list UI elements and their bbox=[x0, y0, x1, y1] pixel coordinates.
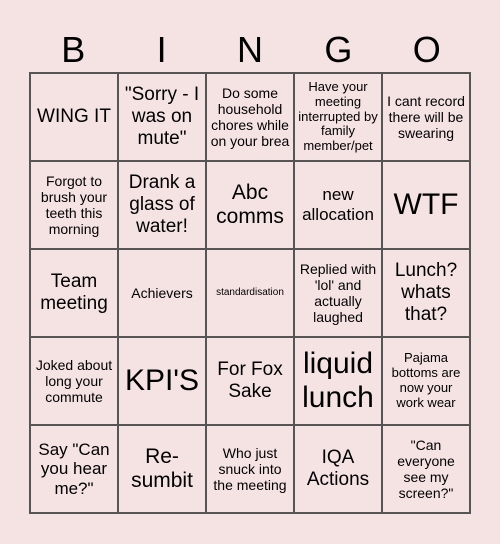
bingo-cell[interactable]: Have your meeting interrupted by family … bbox=[294, 73, 382, 161]
header-letter-n: N bbox=[236, 29, 263, 70]
bingo-cell[interactable]: Forgot to brush your teeth this morning bbox=[30, 161, 118, 249]
bingo-cell[interactable]: I cant record there will be swearing bbox=[382, 73, 470, 161]
bingo-cell[interactable]: Abc comms bbox=[206, 161, 294, 249]
bingo-cell[interactable]: liquid lunch bbox=[294, 337, 382, 425]
bingo-cell[interactable]: KPI'S bbox=[118, 337, 206, 425]
header-letter-i: I bbox=[156, 29, 167, 70]
bingo-cell[interactable]: Re-sumbit bbox=[118, 425, 206, 513]
bingo-cell[interactable]: new allocation bbox=[294, 161, 382, 249]
bingo-cell[interactable]: Lunch? whats that? bbox=[382, 249, 470, 337]
bingo-cell[interactable]: standardisation bbox=[206, 249, 294, 337]
bingo-cell[interactable]: Who just snuck into the meeting bbox=[206, 425, 294, 513]
bingo-cell[interactable]: Pajama bottoms are now your work wear bbox=[382, 337, 470, 425]
bingo-cell[interactable]: Team meeting bbox=[30, 249, 118, 337]
bingo-cell[interactable]: Joked about long your commute bbox=[30, 337, 118, 425]
bingo-cell[interactable]: Achievers bbox=[118, 249, 206, 337]
bingo-cell[interactable]: WTF bbox=[382, 161, 470, 249]
bingo-cell[interactable]: Replied with 'lol' and actually laughed bbox=[294, 249, 382, 337]
bingo-cell[interactable]: "Sorry - I was on mute" bbox=[118, 73, 206, 161]
bingo-cell[interactable]: "Can everyone see my screen?" bbox=[382, 425, 470, 513]
header-letter-b: B bbox=[61, 29, 86, 70]
header-letter-o: O bbox=[412, 29, 441, 70]
bingo-cell[interactable]: For Fox Sake bbox=[206, 337, 294, 425]
bingo-grid: WING IT "Sorry - I was on mute" Do some ho… bbox=[29, 72, 471, 514]
bingo-cell[interactable]: Do some household chores while on your b… bbox=[206, 73, 294, 161]
bingo-cell[interactable]: IQA Actions bbox=[294, 425, 382, 513]
bingo-cell[interactable]: WING IT bbox=[30, 73, 118, 161]
bingo-cell[interactable]: Say "Can you hear me?" bbox=[30, 425, 118, 513]
bingo-header: B I N G O bbox=[29, 28, 471, 72]
bingo-cell[interactable]: Drank a glass of water! bbox=[118, 161, 206, 249]
header-letter-g: G bbox=[324, 29, 353, 70]
